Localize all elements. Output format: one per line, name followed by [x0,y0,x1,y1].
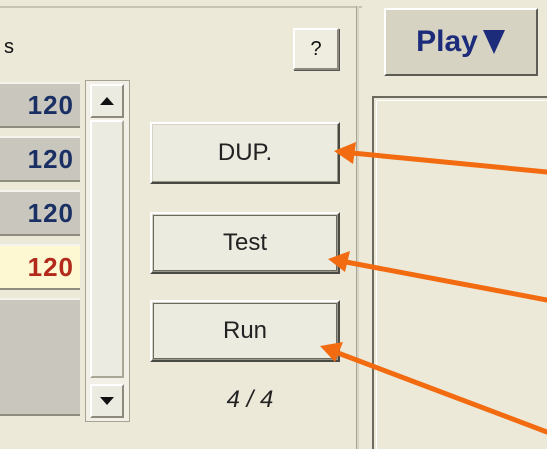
arrow-to-run [335,350,547,435]
arrow-to-test-head [328,251,350,272]
arrow-to-dup-head [334,142,356,164]
annotation-arrows [320,142,547,435]
arrow-to-test [343,259,547,303]
arrow-to-dup [349,150,547,175]
